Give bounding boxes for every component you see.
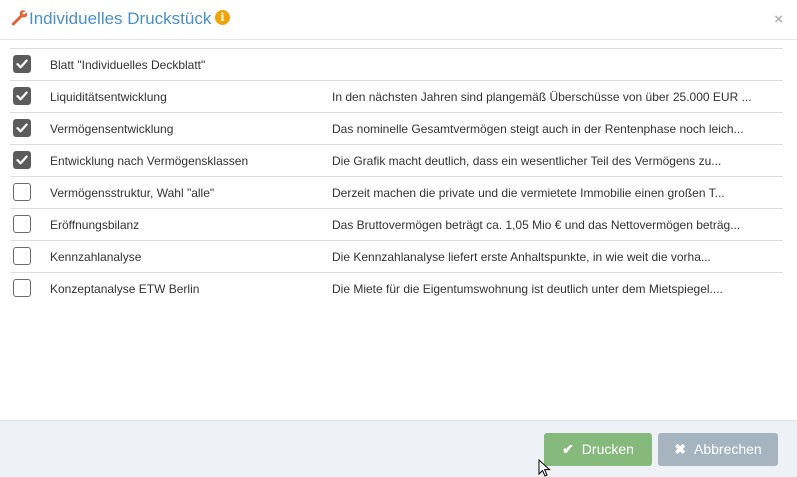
item-description: Das nominelle Gesamtvermögen steigt auch… [332, 122, 744, 136]
print-button[interactable]: ✔ Drucken [544, 433, 652, 466]
list-item: Eröffnungsbilanz Das Bruttovermögen betr… [10, 208, 783, 240]
print-dialog: Individuelles Druckstück i × Blatt "Indi… [0, 0, 797, 477]
item-description: Die Miete für die Eigentumswohnung ist d… [332, 282, 723, 296]
print-button-label: Drucken [581, 441, 634, 457]
item-label: Eröffnungsbilanz [50, 218, 140, 232]
item-checkbox[interactable] [13, 247, 31, 265]
dialog-footer: ✔ Drucken ✖ Abbrechen [0, 420, 797, 477]
dialog-header: Individuelles Druckstück i × [0, 0, 797, 40]
list-item: Liquiditätsentwicklung In den nächsten J… [10, 80, 783, 112]
check-icon [16, 155, 28, 165]
item-label: Liquiditätsentwicklung [50, 90, 167, 104]
item-checkbox[interactable] [13, 119, 31, 137]
cancel-button[interactable]: ✖ Abbrechen [658, 433, 778, 466]
dialog-title: Individuelles Druckstück [29, 9, 212, 28]
check-icon: ✔ [562, 441, 574, 457]
item-description: Derzeit machen die private und die vermi… [332, 186, 725, 200]
wrench-icon [11, 10, 28, 26]
item-label: Kennzahlanalyse [50, 250, 142, 264]
item-label: Vermögensentwicklung [50, 122, 174, 136]
list-item: Vermögensentwicklung Das nominelle Gesam… [10, 112, 783, 144]
list-item: Blatt "Individuelles Deckblatt" [10, 48, 783, 80]
item-description: Die Kennzahlanalyse liefert erste Anhalt… [332, 250, 711, 264]
print-item-list: Blatt "Individuelles Deckblatt" Liquidit… [10, 48, 783, 304]
item-label: Konzeptanalyse ETW Berlin [50, 282, 200, 296]
item-description: Das Bruttovermögen beträgt ca. 1,05 Mio … [332, 218, 741, 232]
item-label: Entwicklung nach Vermögensklassen [50, 154, 249, 168]
check-icon [16, 91, 28, 101]
list-item: Vermögensstruktur, Wahl "alle" Derzeit m… [10, 176, 783, 208]
item-checkbox[interactable] [13, 183, 31, 201]
item-checkbox[interactable] [13, 215, 31, 233]
item-label: Vermögensstruktur, Wahl "alle" [50, 186, 215, 200]
mouse-cursor-icon [538, 459, 551, 477]
list-item: Kennzahlanalyse Die Kennzahlanalyse lief… [10, 240, 783, 272]
list-item: Entwicklung nach Vermögensklassen Die Gr… [10, 144, 783, 176]
item-checkbox[interactable] [13, 87, 31, 105]
check-icon [16, 59, 28, 69]
close-icon[interactable]: × [774, 11, 783, 28]
item-checkbox[interactable] [13, 151, 31, 169]
item-description: Die Grafik macht deutlich, dass ein wese… [332, 154, 722, 168]
cancel-button-label: Abbrechen [694, 441, 762, 457]
item-description: In den nächsten Jahren sind plangemäß Üb… [332, 90, 752, 104]
check-icon [16, 123, 28, 133]
item-checkbox[interactable] [13, 55, 31, 73]
list-item: Konzeptanalyse ETW Berlin Die Miete für … [10, 272, 783, 304]
info-icon[interactable]: i [215, 10, 230, 25]
x-icon: ✖ [674, 441, 686, 457]
item-checkbox[interactable] [13, 279, 31, 297]
item-label: Blatt "Individuelles Deckblatt" [50, 58, 206, 72]
